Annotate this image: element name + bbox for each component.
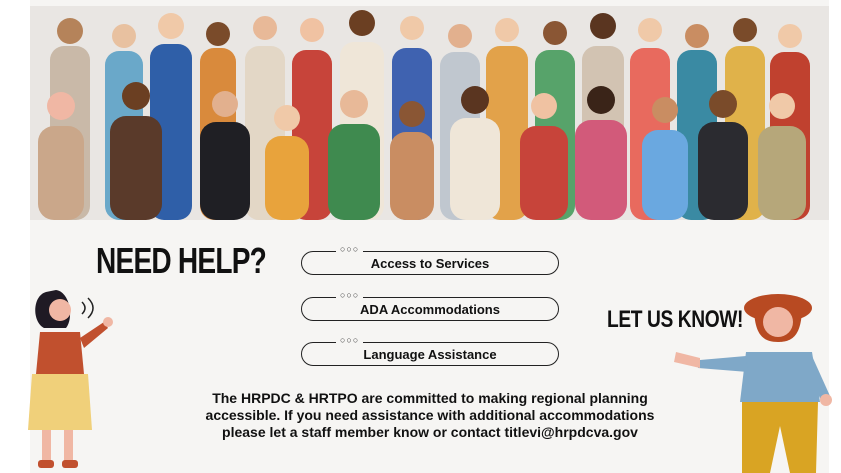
statement-line-3: please let a staff member know or contac… [222, 424, 638, 440]
option-dots: ○○○ [336, 244, 364, 254]
woman-gesturing-illustration [674, 294, 832, 473]
page: NEED HELP? ○○○ Access to Services ○○○ AD… [0, 0, 841, 473]
crowd-illustration-banner [30, 6, 829, 220]
option-dots: ○○○ [336, 335, 364, 345]
option-language-assistance[interactable]: ○○○ Language Assistance [301, 335, 559, 366]
page-heading: NEED HELP? [96, 240, 267, 281]
option-ada-accommodations[interactable]: ○○○ ADA Accommodations [301, 290, 559, 321]
statement-line-1: The HRPDC & HRTPO are committed to makin… [212, 390, 648, 406]
option-label: ADA Accommodations [360, 302, 500, 317]
option-label: Access to Services [370, 256, 490, 271]
statement-line-2: accessible. If you need assistance with … [205, 407, 655, 423]
option-dots: ○○○ [336, 290, 364, 300]
woman-speaking-illustration [28, 290, 113, 468]
option-access-to-services[interactable]: ○○○ Access to Services [301, 244, 559, 275]
option-label: Language Assistance [363, 347, 497, 362]
accessibility-statement: The HRPDC & HRTPO are committed to makin… [180, 390, 680, 441]
